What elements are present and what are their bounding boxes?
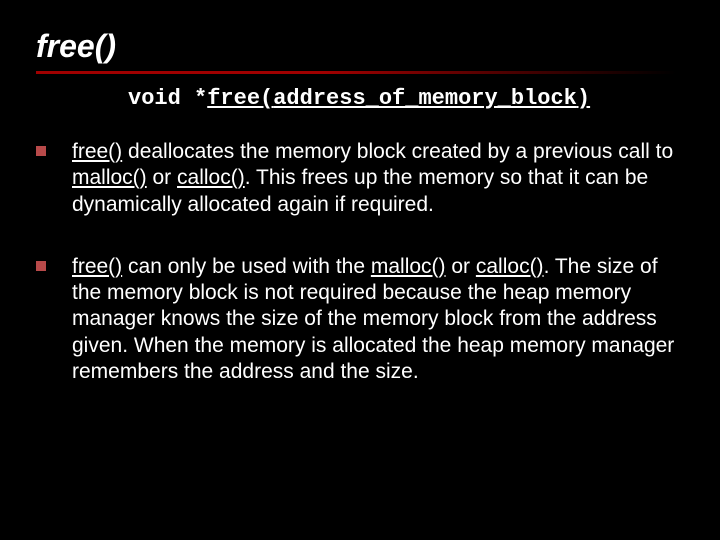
proto-run: free( — [207, 86, 273, 111]
text-run: free() — [72, 140, 122, 163]
text-run: can only be used with the — [122, 255, 371, 278]
text-run: free() — [72, 255, 122, 278]
slide: free() void *free(address_of_memory_bloc… — [0, 0, 720, 540]
text-run: deallocates the memory block created by … — [122, 140, 673, 163]
bullet-list: free() deallocates the memory block crea… — [36, 139, 690, 385]
slide-title: free() — [36, 28, 690, 65]
text-run: malloc() — [371, 255, 446, 278]
proto-run: address_of_memory_block — [273, 86, 577, 111]
square-bullet-icon — [36, 261, 46, 271]
text-run: malloc() — [72, 166, 147, 189]
text-run: or — [446, 255, 476, 278]
bullet-item: free() can only be used with the malloc(… — [36, 254, 690, 385]
bullet-text: free() deallocates the memory block crea… — [72, 139, 690, 218]
text-run: or — [147, 166, 177, 189]
square-bullet-icon — [36, 146, 46, 156]
function-prototype: void *free(address_of_memory_block) — [128, 86, 690, 111]
proto-run: void * — [128, 86, 207, 111]
text-run: calloc() — [476, 255, 544, 278]
proto-run: ) — [577, 86, 590, 111]
bullet-item: free() deallocates the memory block crea… — [36, 139, 690, 218]
bullet-text: free() can only be used with the malloc(… — [72, 254, 690, 385]
title-underline — [36, 71, 676, 74]
text-run: calloc() — [177, 166, 245, 189]
